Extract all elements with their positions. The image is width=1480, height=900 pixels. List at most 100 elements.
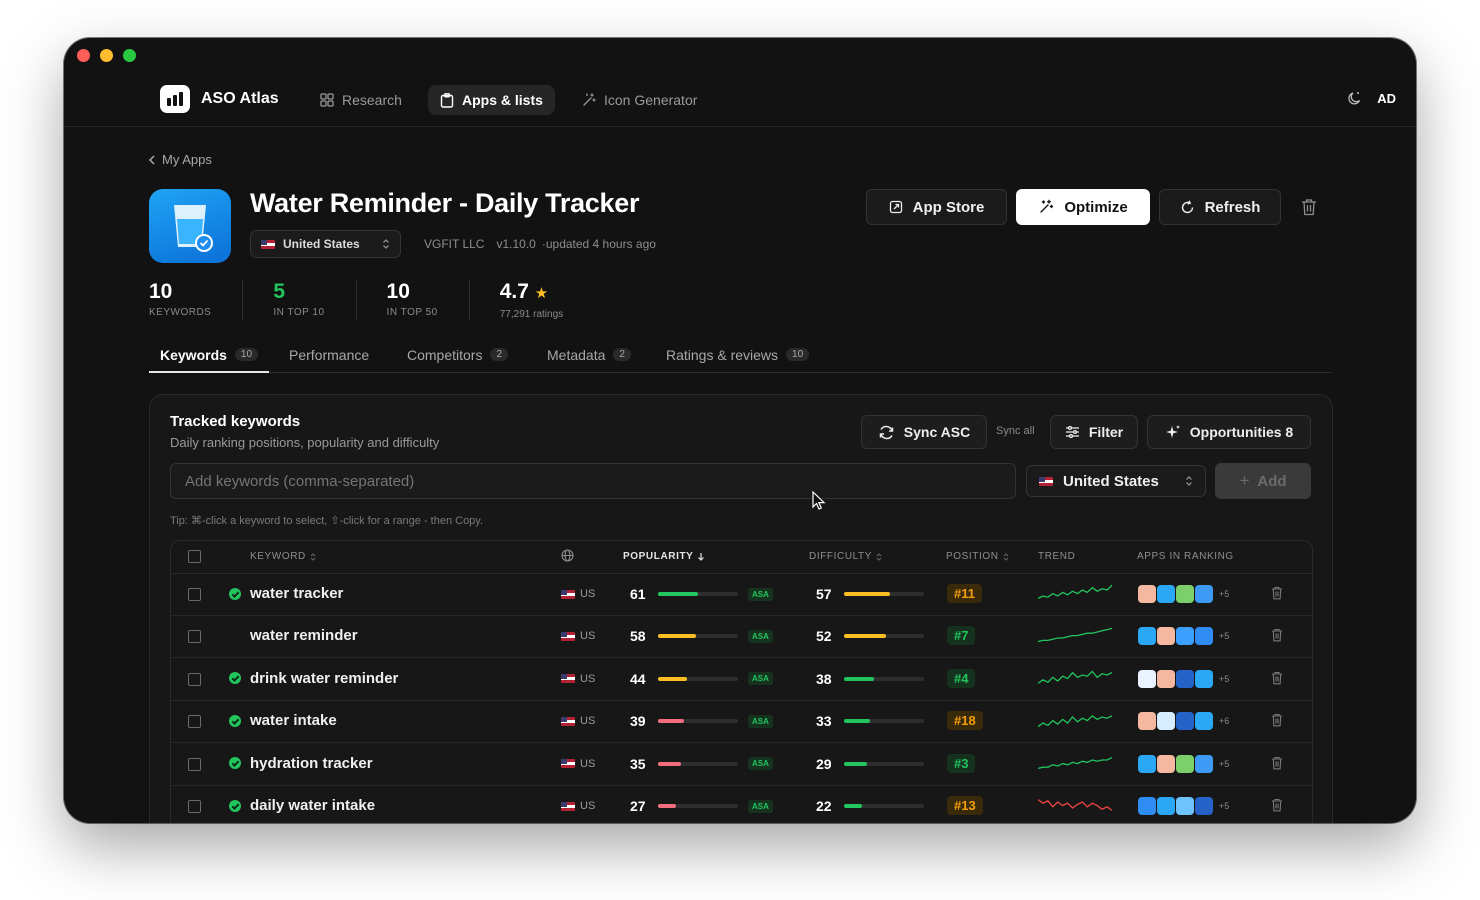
table-row[interactable]: water intake US 39 ASA 33 #18 +6 xyxy=(171,700,1312,744)
table-row[interactable]: water tracker US 61 ASA 57 #11 +5 xyxy=(171,573,1312,616)
sync-icon xyxy=(879,425,894,439)
table-row[interactable]: daily water intake US 27 ASA 22 #13 +5 xyxy=(171,785,1312,823)
row-checkbox[interactable] xyxy=(188,715,201,729)
asa-badge: ASA xyxy=(748,757,773,771)
table-row[interactable]: hydration tracker US 35 ASA 29 #3 +5 xyxy=(171,743,1312,786)
tab-keywords[interactable]: Keywords 10 xyxy=(149,338,270,373)
delete-app-button[interactable] xyxy=(1301,198,1317,221)
apps-more-count[interactable]: +6 xyxy=(1219,716,1229,726)
keyword-cell[interactable]: daily water intake xyxy=(229,797,375,814)
competitor-app-icon[interactable] xyxy=(1176,585,1194,603)
delete-keyword-button[interactable] xyxy=(1271,756,1283,770)
nav-research[interactable]: Research xyxy=(308,85,414,115)
keywords-input[interactable] xyxy=(170,463,1016,499)
competitor-app-icon[interactable] xyxy=(1138,585,1156,603)
competitor-app-icon[interactable] xyxy=(1195,669,1213,688)
us-flag-icon xyxy=(561,631,575,641)
competitor-app-icon[interactable] xyxy=(1176,669,1194,688)
minimize-window-button[interactable] xyxy=(100,49,113,62)
competitor-app-icon[interactable] xyxy=(1195,585,1213,603)
delete-keyword-button[interactable] xyxy=(1271,713,1283,727)
row-checkbox[interactable] xyxy=(188,800,201,813)
delete-keyword-button[interactable] xyxy=(1271,671,1283,685)
competitor-app-icon[interactable] xyxy=(1157,627,1175,646)
competitor-app-icon[interactable] xyxy=(1195,754,1213,773)
apps-more-count[interactable]: +5 xyxy=(1219,801,1229,811)
competitor-app-icon[interactable] xyxy=(1176,627,1194,646)
add-keyword-button[interactable]: + Add xyxy=(1215,463,1311,499)
row-checkbox[interactable] xyxy=(188,630,201,644)
stat-top50-value: 10 xyxy=(386,280,410,303)
keyword-cell[interactable]: drink water reminder xyxy=(229,670,398,687)
popularity-bar xyxy=(658,634,738,639)
tab-competitors[interactable]: Competitors 2 xyxy=(407,338,509,371)
close-window-button[interactable] xyxy=(77,49,90,62)
arrow-down-icon xyxy=(698,553,705,561)
delete-keyword-button[interactable] xyxy=(1271,798,1283,812)
competitor-app-icon[interactable] xyxy=(1157,585,1175,603)
row-checkbox[interactable] xyxy=(188,588,201,601)
apps-more-count[interactable]: +5 xyxy=(1219,631,1229,641)
competitor-app-icon[interactable] xyxy=(1195,712,1213,731)
col-keyword[interactable]: KEYWORD xyxy=(250,551,316,562)
competitor-app-icon[interactable] xyxy=(1176,712,1194,731)
tab-competitors-label: Competitors xyxy=(407,346,483,363)
row-checkbox[interactable] xyxy=(188,757,201,771)
theme-toggle-icon[interactable] xyxy=(1347,90,1363,106)
delete-keyword-button[interactable] xyxy=(1271,628,1283,642)
refresh-button[interactable]: Refresh xyxy=(1159,189,1281,225)
brand-logo[interactable]: ASO Atlas xyxy=(160,85,279,113)
stats-bar: 10 KEYWORDS 5 IN TOP 10 10 IN TOP 50 4.7… xyxy=(149,280,624,320)
table-row[interactable]: drink water reminder US 44 ASA 38 #4 +5 xyxy=(171,658,1312,701)
competitor-app-icon[interactable] xyxy=(1195,627,1213,646)
keyword-country-selector[interactable]: United States xyxy=(1026,465,1206,497)
competitor-app-icon[interactable] xyxy=(1195,797,1213,815)
apps-more-count[interactable]: +5 xyxy=(1219,759,1229,769)
nav-apps-lists[interactable]: Apps & lists xyxy=(428,85,555,115)
keyword-cell[interactable]: water reminder xyxy=(229,627,358,644)
tab-performance[interactable]: Performance xyxy=(289,338,369,371)
back-link[interactable]: My Apps xyxy=(148,152,212,167)
zoom-window-button[interactable] xyxy=(123,49,136,62)
col-keyword-label: KEYWORD xyxy=(250,551,306,562)
tab-ratings-reviews[interactable]: Ratings & reviews 10 xyxy=(666,338,810,371)
keyword-cell[interactable]: water tracker xyxy=(229,585,343,602)
popularity-cell: 27 ASA xyxy=(630,798,773,814)
competitor-app-icon[interactable] xyxy=(1138,797,1156,815)
nav-icon-generator[interactable]: Icon Generator xyxy=(570,85,709,115)
sync-asc-button[interactable]: Sync ASC xyxy=(861,415,987,449)
user-initials[interactable]: AD xyxy=(1377,91,1396,106)
optimize-button[interactable]: Optimize xyxy=(1016,189,1150,225)
competitor-app-icon[interactable] xyxy=(1138,627,1156,646)
col-popularity[interactable]: POPULARITY xyxy=(623,551,705,562)
tab-metadata-label: Metadata xyxy=(547,346,606,363)
filter-label: Filter xyxy=(1088,424,1124,440)
opportunities-button[interactable]: Opportunities 8 xyxy=(1147,415,1311,449)
apps-more-count[interactable]: +5 xyxy=(1219,589,1229,599)
table-row[interactable]: water reminder US 58 ASA 52 #7 +5 xyxy=(171,615,1312,659)
app-store-button[interactable]: App Store xyxy=(866,189,1007,225)
col-position[interactable]: POSITION xyxy=(946,551,1009,562)
delete-keyword-button[interactable] xyxy=(1271,586,1283,600)
tab-metadata[interactable]: Metadata 2 xyxy=(547,338,631,371)
competitor-app-icon[interactable] xyxy=(1157,712,1175,731)
competitor-app-icon[interactable] xyxy=(1157,754,1175,773)
competitor-app-icon[interactable] xyxy=(1138,669,1156,688)
keyword-cell[interactable]: hydration tracker xyxy=(229,755,373,772)
sync-all-link[interactable]: Sync all xyxy=(996,425,1035,437)
select-all-checkbox[interactable] xyxy=(188,550,201,563)
competitor-app-icon[interactable] xyxy=(1157,797,1175,815)
keyword-cell[interactable]: water intake xyxy=(229,712,337,729)
app-country-selector[interactable]: United States xyxy=(250,230,401,258)
popularity-cell: 35 ASA xyxy=(630,756,773,772)
col-difficulty[interactable]: DIFFICULTY xyxy=(809,551,882,562)
row-checkbox[interactable] xyxy=(188,672,201,686)
filter-button[interactable]: Filter xyxy=(1050,415,1138,449)
competitor-app-icon[interactable] xyxy=(1138,754,1156,773)
apps-more-count[interactable]: +5 xyxy=(1219,674,1229,684)
competitor-app-icon[interactable] xyxy=(1157,669,1175,688)
competitor-app-icon[interactable] xyxy=(1176,797,1194,815)
competitor-app-icon[interactable] xyxy=(1138,712,1156,731)
difficulty-value: 38 xyxy=(816,670,832,687)
competitor-app-icon[interactable] xyxy=(1176,754,1194,773)
